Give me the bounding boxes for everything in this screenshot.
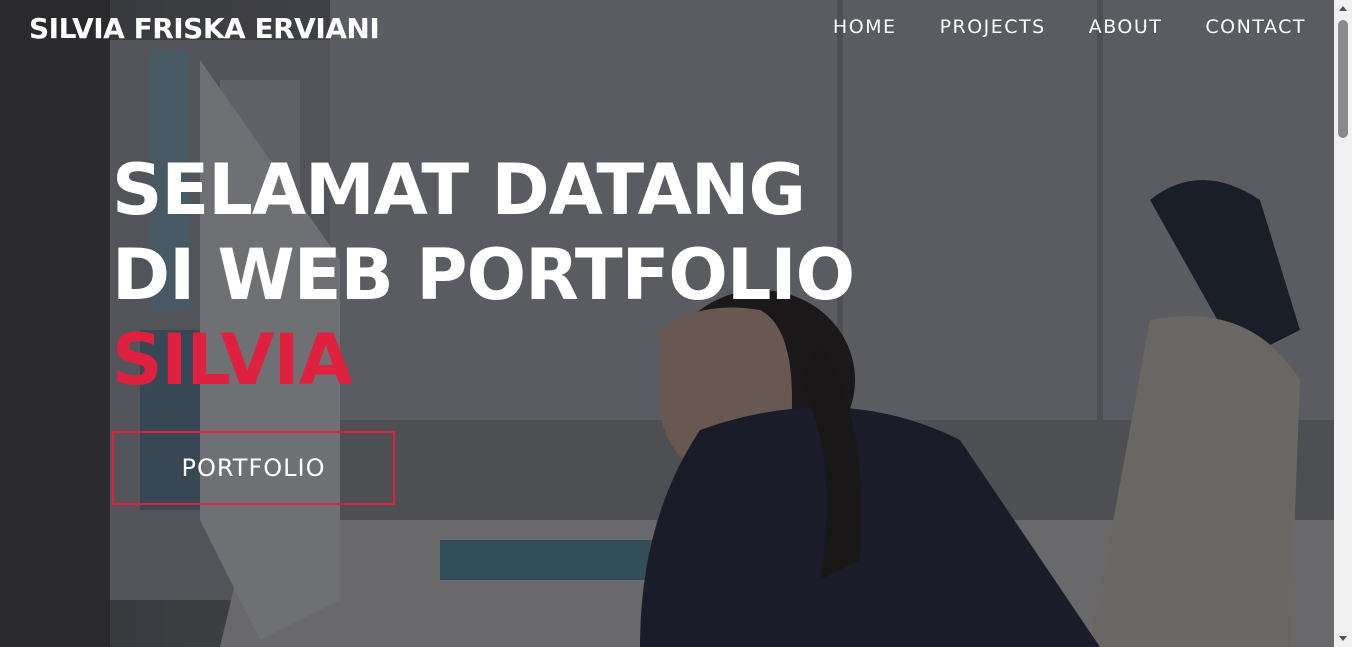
nav-about[interactable]: ABOUT: [1089, 16, 1163, 38]
site-logo[interactable]: SILVIA FRISKA ERVIANI: [29, 12, 380, 45]
page-scrollbar[interactable]: [1334, 0, 1352, 647]
headline-line-1: SELAMAT DATANG: [112, 149, 806, 231]
headline-accent: SILVIA: [112, 319, 353, 401]
nav-projects[interactable]: PROJECTS: [940, 16, 1046, 38]
portfolio-button[interactable]: PORTFOLIO: [112, 431, 395, 505]
scroll-up-icon[interactable]: [1339, 6, 1347, 11]
headline-line-2: DI WEB PORTFOLIO: [112, 234, 855, 316]
nav-home[interactable]: HOME: [833, 16, 897, 38]
nav-contact[interactable]: CONTACT: [1205, 16, 1306, 38]
scroll-down-icon[interactable]: [1339, 636, 1347, 641]
main-nav: HOME PROJECTS ABOUT CONTACT: [790, 16, 1306, 38]
scroll-thumb[interactable]: [1338, 20, 1348, 138]
hero-headline: SELAMAT DATANG DI WEB PORTFOLIO SILVIA: [112, 148, 855, 403]
